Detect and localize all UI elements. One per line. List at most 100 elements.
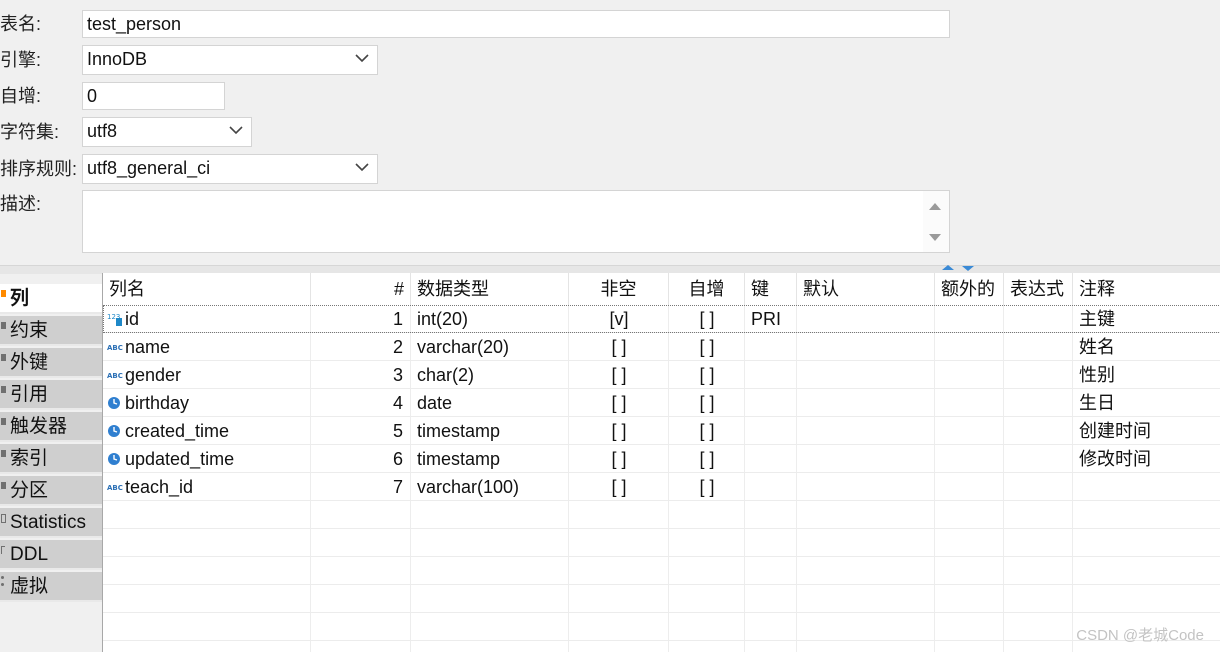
header-ordinal[interactable]: # bbox=[311, 273, 411, 305]
cell-key[interactable] bbox=[745, 389, 797, 417]
header-expression[interactable]: 表达式 bbox=[1004, 273, 1073, 305]
columns-grid[interactable]: 列名 # 数据类型 非空 自增 键 默认 额外的 表达式 注释 123 id 1 in… bbox=[102, 273, 1220, 652]
tab-indexes[interactable]: 索引 bbox=[0, 444, 102, 474]
cell-column-name[interactable]: created_time bbox=[125, 417, 311, 445]
cell-comment[interactable]: 姓名 bbox=[1073, 333, 1220, 361]
header-not-null[interactable]: 非空 bbox=[569, 273, 669, 305]
cell-comment[interactable] bbox=[1073, 473, 1220, 501]
table-row[interactable]: ABC teach_id 7 varchar(100)[ ][ ] bbox=[103, 473, 1220, 501]
cell-auto-increment[interactable]: [ ] bbox=[669, 473, 745, 501]
auto-increment-input[interactable]: 0 bbox=[82, 82, 225, 110]
cell-comment[interactable]: 性别 bbox=[1073, 361, 1220, 389]
table-row[interactable]: ABC gender 3 char(2)[ ][ ] 性别 bbox=[103, 361, 1220, 389]
cell-comment[interactable]: 修改时间 bbox=[1073, 445, 1220, 473]
cell-column-name[interactable]: updated_time bbox=[125, 445, 311, 473]
cell-auto-increment[interactable]: [ ] bbox=[669, 305, 745, 333]
description-scrollbar[interactable] bbox=[923, 191, 949, 252]
cell-data-type[interactable]: varchar(20) bbox=[411, 333, 569, 361]
cell-data-type[interactable]: timestamp bbox=[411, 445, 569, 473]
tab-statistics[interactable]: Statistics bbox=[0, 508, 102, 538]
cell-key[interactable] bbox=[745, 333, 797, 361]
header-default[interactable]: 默认 bbox=[797, 273, 935, 305]
table-row[interactable]: created_time 5 timestamp[ ][ ] 创建时间 bbox=[103, 417, 1220, 445]
cell-expression[interactable] bbox=[1004, 333, 1073, 361]
cell-key[interactable] bbox=[745, 473, 797, 501]
cell-column-name[interactable]: id bbox=[125, 305, 311, 333]
header-auto-increment[interactable]: 自增 bbox=[669, 273, 745, 305]
tab-columns[interactable]: 列 bbox=[0, 284, 102, 314]
cell-key[interactable]: PRI bbox=[745, 305, 797, 333]
cell-data-type[interactable]: int(20) bbox=[411, 305, 569, 333]
cell-auto-increment[interactable]: [ ] bbox=[669, 389, 745, 417]
header-data-type[interactable]: 数据类型 bbox=[411, 273, 569, 305]
cell-auto-increment[interactable]: [ ] bbox=[669, 417, 745, 445]
cell-ordinal[interactable]: 2 bbox=[311, 333, 411, 361]
header-comment[interactable]: 注释 bbox=[1073, 273, 1220, 305]
cell-ordinal[interactable]: 6 bbox=[311, 445, 411, 473]
cell-extra[interactable] bbox=[935, 305, 1004, 333]
cell-auto-increment[interactable]: [ ] bbox=[669, 445, 745, 473]
cell-ordinal[interactable]: 7 bbox=[311, 473, 411, 501]
cell-column-name[interactable]: name bbox=[125, 333, 311, 361]
engine-select[interactable]: InnoDB bbox=[82, 45, 378, 75]
tab-constraints[interactable]: 约束 bbox=[0, 316, 102, 346]
header-column-name[interactable]: 列名 bbox=[103, 273, 311, 305]
scroll-down-icon[interactable] bbox=[928, 233, 942, 243]
cell-ordinal[interactable]: 3 bbox=[311, 361, 411, 389]
cell-extra[interactable] bbox=[935, 473, 1004, 501]
cell-ordinal[interactable]: 4 bbox=[311, 389, 411, 417]
cell-comment[interactable]: 主键 bbox=[1073, 305, 1220, 333]
cell-extra[interactable] bbox=[935, 361, 1004, 389]
cell-extra[interactable] bbox=[935, 389, 1004, 417]
cell-key[interactable] bbox=[745, 417, 797, 445]
cell-expression[interactable] bbox=[1004, 305, 1073, 333]
cell-default[interactable] bbox=[797, 445, 935, 473]
cell-not-null[interactable]: [v] bbox=[569, 305, 669, 333]
header-extra[interactable]: 额外的 bbox=[935, 273, 1004, 305]
cell-expression[interactable] bbox=[1004, 473, 1073, 501]
collation-select[interactable]: utf8_general_ci bbox=[82, 154, 378, 184]
tab-partitions[interactable]: 分区 bbox=[0, 476, 102, 506]
tab-references[interactable]: 引用 bbox=[0, 380, 102, 410]
cell-not-null[interactable]: [ ] bbox=[569, 333, 669, 361]
cell-extra[interactable] bbox=[935, 333, 1004, 361]
tab-foreign-keys[interactable]: 外键 bbox=[0, 348, 102, 378]
cell-ordinal[interactable]: 1 bbox=[311, 305, 411, 333]
tab-virtual[interactable]: 虚拟 bbox=[0, 572, 102, 602]
cell-auto-increment[interactable]: [ ] bbox=[669, 333, 745, 361]
tab-ddl[interactable]: DDL bbox=[0, 540, 102, 570]
cell-key[interactable] bbox=[745, 361, 797, 389]
cell-default[interactable] bbox=[797, 417, 935, 445]
cell-data-type[interactable]: date bbox=[411, 389, 569, 417]
cell-not-null[interactable]: [ ] bbox=[569, 389, 669, 417]
table-name-input[interactable]: test_person bbox=[82, 10, 950, 38]
cell-default[interactable] bbox=[797, 333, 935, 361]
cell-default[interactable] bbox=[797, 389, 935, 417]
cell-default[interactable] bbox=[797, 473, 935, 501]
cell-expression[interactable] bbox=[1004, 361, 1073, 389]
cell-key[interactable] bbox=[745, 445, 797, 473]
cell-extra[interactable] bbox=[935, 445, 1004, 473]
scroll-up-icon[interactable] bbox=[928, 201, 942, 211]
cell-default[interactable] bbox=[797, 361, 935, 389]
header-key[interactable]: 键 bbox=[745, 273, 797, 305]
table-row[interactable]: 123 id 1 int(20) [v][ ] PRI 主键 bbox=[103, 305, 1220, 333]
table-row[interactable]: ABC name 2 varchar(20)[ ][ ] 姓名 bbox=[103, 333, 1220, 361]
cell-data-type[interactable]: char(2) bbox=[411, 361, 569, 389]
description-textarea[interactable] bbox=[82, 190, 950, 253]
cell-column-name[interactable]: gender bbox=[125, 361, 311, 389]
cell-comment[interactable]: 生日 bbox=[1073, 389, 1220, 417]
cell-not-null[interactable]: [ ] bbox=[569, 361, 669, 389]
table-row[interactable]: birthday 4 date[ ][ ] 生日 bbox=[103, 389, 1220, 417]
cell-column-name[interactable]: teach_id bbox=[125, 473, 311, 501]
cell-data-type[interactable]: timestamp bbox=[411, 417, 569, 445]
cell-auto-increment[interactable]: [ ] bbox=[669, 361, 745, 389]
cell-extra[interactable] bbox=[935, 417, 1004, 445]
tab-triggers[interactable]: 触发器 bbox=[0, 412, 102, 442]
table-row[interactable]: updated_time 6 timestamp[ ][ ] 修改时间 bbox=[103, 445, 1220, 473]
cell-data-type[interactable]: varchar(100) bbox=[411, 473, 569, 501]
cell-not-null[interactable]: [ ] bbox=[569, 417, 669, 445]
cell-default[interactable] bbox=[797, 305, 935, 333]
cell-expression[interactable] bbox=[1004, 417, 1073, 445]
cell-expression[interactable] bbox=[1004, 445, 1073, 473]
